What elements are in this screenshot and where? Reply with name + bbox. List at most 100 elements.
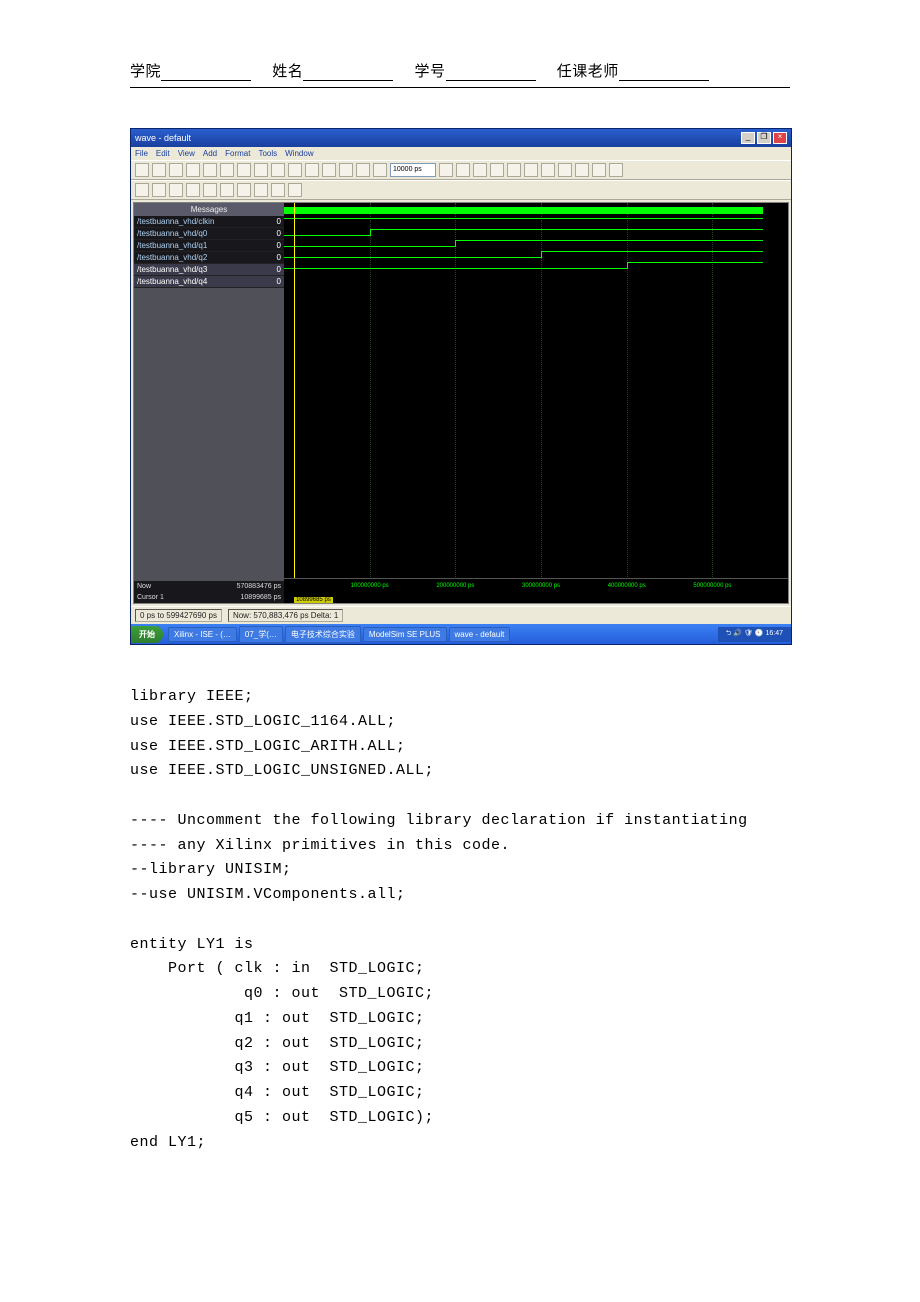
status-bar: 0 ps to 599427690 ps Now: 570,883,476 ps… [131,606,791,624]
toolbar-button[interactable] [152,183,166,197]
wave-trace-q3 [284,249,788,259]
menu-item[interactable]: Format [225,149,250,158]
code-line: --library UNISIM; [130,861,292,878]
maximize-button[interactable]: ❐ [757,132,771,144]
college-label: 学院 [130,64,161,80]
status-now: Now: 570,883,476 ps Delta: 1 [228,609,343,622]
code-line: entity LY1 is [130,936,254,953]
toolbar-2 [131,180,791,200]
signal-row[interactable]: /testbuanna_vhd/clkin0 [134,216,284,228]
vhdl-code: library IEEE; use IEEE.STD_LOGIC_1164.AL… [130,685,790,1155]
menu-item[interactable]: File [135,149,148,158]
code-line: --use UNISIM.VComponents.all; [130,886,406,903]
menu-item[interactable]: Window [285,149,313,158]
toolbar-button[interactable] [220,163,234,177]
wave-trace-clkin [284,205,788,215]
signal-row[interactable]: /testbuanna_vhd/q20 [134,252,284,264]
code-line: ---- Uncomment the following library dec… [130,812,748,829]
menu-item[interactable]: Edit [156,149,170,158]
toolbar-button[interactable] [541,163,555,177]
zoom-in-icon[interactable] [186,183,200,197]
menu-item[interactable]: Tools [258,149,277,158]
code-line: q2 : out STD_LOGIC; [130,1035,425,1052]
toolbar-button[interactable] [288,163,302,177]
toolbar-button[interactable] [237,163,251,177]
window-title: wave - default [135,133,191,143]
signal-row[interactable]: /testbuanna_vhd/q40 [134,276,284,288]
toolbar-button[interactable] [609,163,623,177]
toolbar-button[interactable] [592,163,606,177]
wave-trace-q1 [284,227,788,237]
code-line: q1 : out STD_LOGIC; [130,1010,425,1027]
toolbar-button[interactable] [439,163,453,177]
toolbar-button[interactable] [558,163,572,177]
wave-canvas[interactable]: 10899685 ps 100000000 ps 200000000 ps 30… [284,203,788,603]
wave-trace-q2 [284,238,788,248]
menu-bar: File Edit View Add Format Tools Window [131,147,791,160]
taskbar-item[interactable]: wave - default [449,627,511,642]
wave-ruler: 100000000 ps 200000000 ps 300000000 ps 4… [284,578,788,589]
zoom-out-icon[interactable] [203,183,217,197]
taskbar-item[interactable]: 电子技术综合实验 [285,626,361,643]
wave-trace-q0 [284,216,788,226]
menu-item[interactable]: Add [203,149,217,158]
system-tray[interactable]: ⮌ 🔊 🛡 🕙 16:47 [718,627,791,642]
wave-area: Messages /testbuanna_vhd/clkin0 /testbua… [133,202,789,604]
close-button[interactable]: × [773,132,787,144]
cursor-tool-icon[interactable] [135,183,149,197]
toolbar-button[interactable] [169,163,183,177]
toolbar-button[interactable] [254,163,268,177]
code-line: q5 : out STD_LOGIC); [130,1109,434,1126]
teacher-label: 任课老师 [557,64,619,80]
toolbar-button[interactable] [490,163,504,177]
wave-cursor-value: 10899685 ps [294,597,333,603]
code-line: library IEEE; [130,688,254,705]
code-line: use IEEE.STD_LOGIC_UNSIGNED.ALL; [130,762,434,779]
toolbar-button[interactable] [339,163,353,177]
toolbar-button[interactable] [575,163,589,177]
toolbar-button[interactable] [456,163,470,177]
page-header: 学院 姓名 学号 任课老师 [130,60,790,81]
taskbar-item[interactable]: Xilinx - ISE - (… [168,627,237,642]
menu-item[interactable]: View [178,149,195,158]
toolbar-button[interactable] [507,163,521,177]
code-line: use IEEE.STD_LOGIC_1164.ALL; [130,713,396,730]
toolbar-button[interactable] [322,163,336,177]
signal-panel-now: Now 570883476 ps [134,581,284,592]
code-line: q3 : out STD_LOGIC; [130,1059,425,1076]
code-line: q0 : out STD_LOGIC; [130,985,434,1002]
toolbar-button[interactable] [473,163,487,177]
toolbar-button[interactable] [152,163,166,177]
toolbar-button[interactable] [373,163,387,177]
wave-cursor[interactable] [294,203,295,579]
modelsim-screenshot: wave - default _ ❐ × File Edit View Add … [130,128,790,645]
signal-panel-header: Messages [134,203,284,216]
toolbar-button[interactable] [305,163,319,177]
zoom-cursor-icon[interactable] [237,183,251,197]
minimize-button[interactable]: _ [741,132,755,144]
toolbar-button[interactable] [524,163,538,177]
time-input[interactable]: 10000 ps [390,163,436,177]
toolbar-button[interactable] [271,183,285,197]
toolbar-button[interactable] [356,163,370,177]
toolbar-button[interactable] [135,163,149,177]
toolbar-button[interactable] [271,163,285,177]
code-line: Port ( clk : in STD_LOGIC; [130,960,425,977]
signal-row[interactable]: /testbuanna_vhd/q10 [134,240,284,252]
zoom-full-icon[interactable] [220,183,234,197]
start-button[interactable]: 开始 [131,626,163,643]
window-titlebar: wave - default _ ❐ × [131,129,791,147]
toolbar-button[interactable] [186,163,200,177]
toolbar-button[interactable] [169,183,183,197]
toolbar-button[interactable] [203,163,217,177]
taskbar-item[interactable]: 07_学(… [239,626,283,643]
toolbar-button[interactable] [288,183,302,197]
id-label: 学号 [415,64,446,80]
signal-row[interactable]: /testbuanna_vhd/q00 [134,228,284,240]
signal-row[interactable]: /testbuanna_vhd/q30 [134,264,284,276]
name-label: 姓名 [272,64,303,80]
toolbar-button[interactable] [254,183,268,197]
windows-taskbar: 开始 Xilinx - ISE - (… 07_学(… 电子技术综合实验 Mod… [131,624,791,644]
taskbar-item[interactable]: ModelSim SE PLUS [363,627,447,642]
code-line: q4 : out STD_LOGIC; [130,1084,425,1101]
